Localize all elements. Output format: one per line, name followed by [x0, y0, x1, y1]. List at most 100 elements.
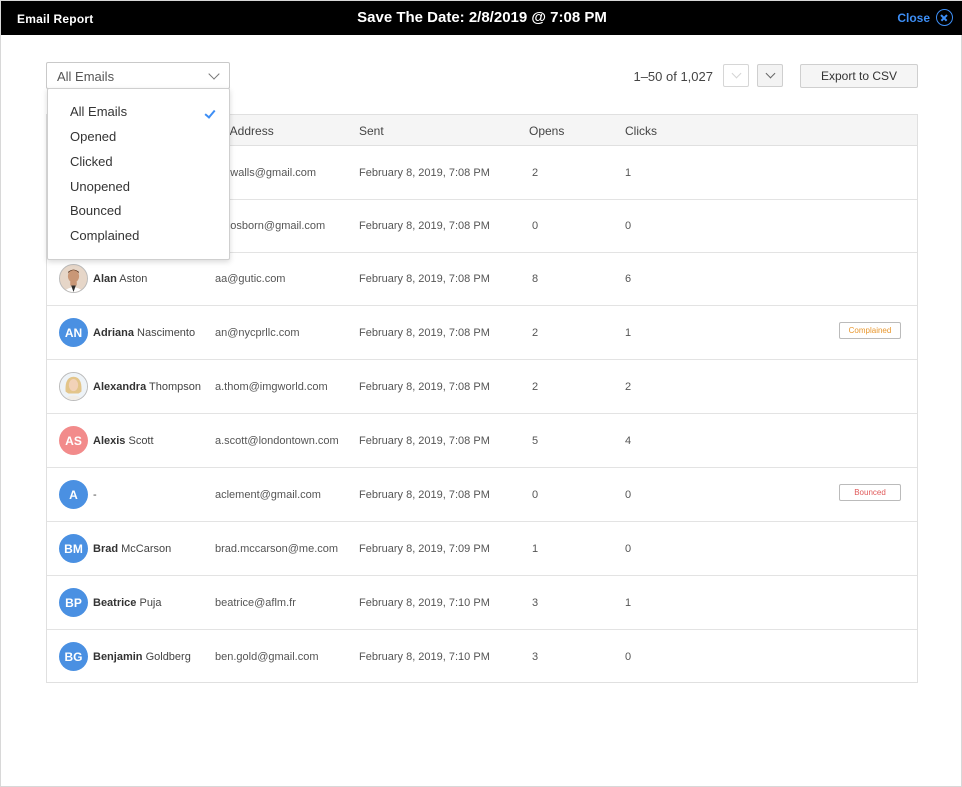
- column-header-clicks[interactable]: Clicks: [625, 124, 657, 138]
- recipient-email: on.walls@gmail.com: [215, 167, 317, 179]
- recipient-email: a.thom@imgworld.com: [215, 381, 328, 393]
- title-bar: Email Report Save The Date: 2/8/2019 @ 7…: [1, 1, 962, 35]
- man-photo-icon: [59, 264, 88, 293]
- opens-count: 3: [532, 597, 539, 609]
- filter-option-complained[interactable]: Complained: [70, 228, 139, 243]
- recipient-first-name: Alexandra: [93, 381, 147, 393]
- recipient-last-name: Nascimento: [133, 327, 196, 339]
- chevron-down-icon: [731, 68, 742, 79]
- sent-time: February 8, 2019, 7:08 PM: [359, 273, 490, 285]
- recipient-name: Alexandra Thompson: [93, 381, 201, 393]
- clicks-count: 0: [625, 651, 632, 663]
- recipient-last-name: Scott: [125, 435, 154, 447]
- recipient-name: -: [93, 489, 97, 501]
- page-title: Save The Date: 2/8/2019 @ 7:08 PM: [357, 9, 607, 26]
- pagination-range: 1–50 of 1,027: [633, 69, 713, 84]
- avatar-initials: A: [69, 487, 78, 502]
- close-icon: [936, 9, 953, 26]
- clicks-count: 4: [625, 435, 632, 447]
- email-report-window: Email Report Save The Date: 2/8/2019 @ 7…: [0, 0, 962, 787]
- opens-count: 8: [532, 273, 539, 285]
- filter-option-opened[interactable]: Opened: [70, 129, 116, 144]
- avatar: AS: [59, 426, 88, 455]
- close-button[interactable]: Close: [897, 9, 953, 26]
- opens-count: 2: [532, 327, 539, 339]
- clicks-count: 0: [625, 543, 632, 555]
- sent-time: February 8, 2019, 7:08 PM: [359, 327, 490, 339]
- table-row[interactable]: BP Beatrice Puja beatrice@aflm.fr February …: [47, 576, 917, 630]
- next-page-button[interactable]: [757, 64, 783, 87]
- sent-time: February 8, 2019, 7:09 PM: [359, 543, 490, 555]
- avatar-initials: AS: [65, 433, 82, 448]
- opens-count: 0: [532, 489, 539, 501]
- filter-dropdown-menu: All Emails Opened Clicked Unopened Bounc…: [47, 88, 230, 260]
- recipient-last-name: Puja: [136, 597, 162, 609]
- filter-option-clicked[interactable]: Clicked: [70, 154, 113, 169]
- recipient-first-name: Brad: [93, 543, 119, 555]
- sent-time: February 8, 2019, 7:10 PM: [359, 651, 490, 663]
- opens-count: 2: [532, 381, 539, 393]
- avatar: AN: [59, 318, 88, 347]
- filter-option-unopened[interactable]: Unopened: [70, 179, 130, 194]
- clicks-count: 0: [625, 220, 632, 232]
- avatar-initials: AN: [64, 325, 83, 340]
- sent-time: February 8, 2019, 7:10 PM: [359, 597, 490, 609]
- recipient-name: Benjamin Goldberg: [93, 651, 191, 663]
- avatar: BG: [59, 642, 88, 671]
- opens-count: 2: [532, 167, 539, 179]
- status-badge: Bounced: [839, 484, 901, 501]
- table-row[interactable]: AN Adriana Nascimento an@nycprllc.com Febru…: [47, 306, 917, 360]
- table-row[interactable]: AS Alexis Scott a.scott@londontown.com Febr…: [47, 414, 917, 468]
- table-row[interactable]: BG Benjamin Goldberg ben.gold@gmail.com Feb…: [47, 630, 917, 684]
- checkmark-icon: [204, 107, 216, 119]
- column-header-sent[interactable]: Sent: [359, 124, 384, 138]
- export-csv-button[interactable]: Export to CSV: [800, 64, 918, 88]
- sent-time: February 8, 2019, 7:08 PM: [359, 435, 490, 447]
- recipient-last-name: Goldberg: [142, 651, 191, 663]
- previous-page-button[interactable]: [723, 64, 749, 87]
- close-label: Close: [897, 10, 930, 25]
- recipient-first-name: Alan: [93, 273, 117, 285]
- recipient-email: ben.gold@gmail.com: [215, 651, 319, 663]
- recipient-first-name: Adriana: [93, 327, 134, 339]
- filter-option-all-emails[interactable]: All Emails: [70, 104, 127, 119]
- clicks-count: 1: [625, 327, 632, 339]
- sent-time: February 8, 2019, 7:08 PM: [359, 489, 490, 501]
- table-row[interactable]: BM Brad McCarson brad.mccarson@me.com Febru…: [47, 522, 917, 576]
- avatar: BM: [59, 534, 88, 563]
- sent-time: February 8, 2019, 7:08 PM: [359, 220, 490, 232]
- clicks-count: 6: [625, 273, 632, 285]
- clicks-count: 1: [625, 597, 632, 609]
- filter-option-bounced[interactable]: Bounced: [70, 203, 121, 218]
- recipient-name: Beatrice Puja: [93, 597, 162, 609]
- recipient-last-name: Aston: [116, 273, 148, 285]
- clicks-count: 2: [625, 381, 632, 393]
- recipient-first-name: Benjamin: [93, 651, 143, 663]
- recipient-email: on.osborn@gmail.com: [215, 220, 326, 232]
- opens-count: 0: [532, 220, 539, 232]
- recipient-email: beatrice@aflm.fr: [215, 597, 296, 609]
- chevron-down-icon: [208, 68, 220, 80]
- table-row[interactable]: Alan Aston aa@gutic.com February 8, 2019, …: [47, 252, 917, 306]
- recipient-email: brad.mccarson@me.com: [215, 543, 339, 555]
- recipient-name: Brad McCarson: [93, 543, 171, 555]
- recipient-first-name: Alexis: [93, 435, 126, 447]
- recipient-email: a.scott@londontown.com: [215, 435, 339, 447]
- opens-count: 5: [532, 435, 539, 447]
- recipient-name: Alan Aston: [93, 273, 147, 285]
- recipient-last-name: McCarson: [118, 543, 172, 555]
- table-row[interactable]: A - aclement@gmail.com February 8, 2019, 7:…: [47, 468, 917, 522]
- avatar: A: [59, 480, 88, 509]
- recipient-email: an@nycprllc.com: [215, 327, 300, 339]
- recipient-name: Adriana Nascimento: [93, 327, 195, 339]
- recipient-name: Alexis Scott: [93, 435, 154, 447]
- chevron-down-icon: [765, 68, 776, 79]
- recipient-email: aclement@gmail.com: [215, 489, 321, 501]
- avatar-initials: BP: [65, 595, 82, 610]
- avatar: BP: [59, 588, 88, 617]
- opens-count: 1: [532, 543, 539, 555]
- table-row[interactable]: Alexandra Thompson a.thom@imgworld.com Feb…: [47, 360, 917, 414]
- email-filter-select[interactable]: All Emails: [46, 62, 230, 89]
- sent-time: February 8, 2019, 7:08 PM: [359, 167, 490, 179]
- column-header-opens[interactable]: Opens: [529, 124, 564, 138]
